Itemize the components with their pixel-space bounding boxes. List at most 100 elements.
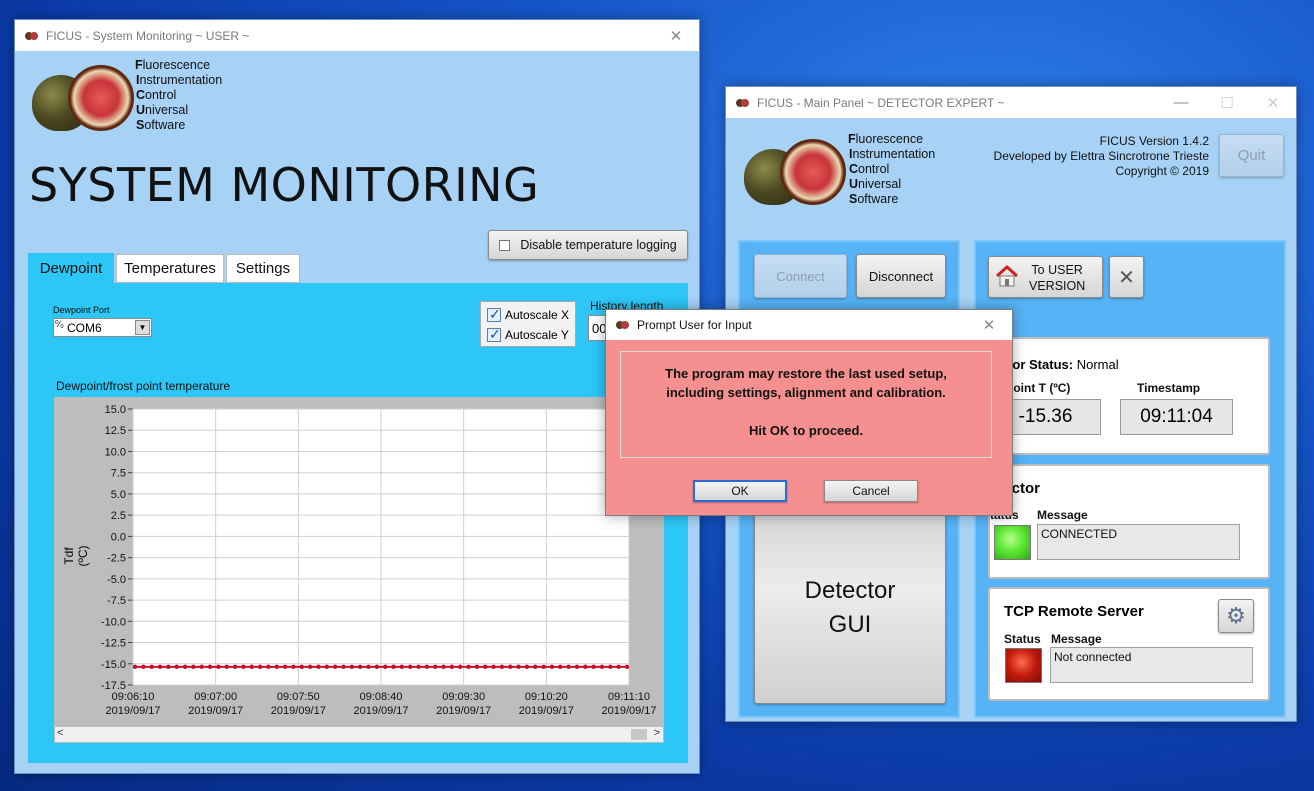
tcp-settings-button[interactable]: ⚙ bbox=[1218, 599, 1254, 633]
gear-icon: ⚙ bbox=[1226, 603, 1246, 628]
y-tick-label: 5.0 bbox=[111, 489, 126, 501]
horizontal-scrollbar[interactable]: < > bbox=[54, 726, 664, 743]
minimize-icon[interactable]: — bbox=[1158, 87, 1204, 118]
data-point bbox=[566, 664, 571, 670]
data-point bbox=[241, 664, 246, 670]
tcp-status-label: Status bbox=[1004, 632, 1041, 646]
close-icon[interactable]: ✕ bbox=[653, 20, 699, 51]
data-point bbox=[299, 664, 304, 670]
data-point bbox=[516, 664, 521, 670]
acronym-rest: nstrumentation bbox=[852, 147, 936, 161]
maximize-icon[interactable]: ☐ bbox=[1204, 87, 1250, 118]
developer-text: Developed by Elettra Sincrotrone Trieste bbox=[993, 149, 1209, 163]
scroll-right-icon[interactable]: > bbox=[654, 727, 660, 739]
dialog-line-2: including settings, alignment and calibr… bbox=[666, 385, 946, 400]
y-tick-label: 12.5 bbox=[105, 425, 126, 437]
sysmon-titlebar[interactable]: FICUS - System Monitoring ~ USER ~ ✕ bbox=[15, 20, 699, 51]
data-point bbox=[366, 664, 371, 670]
ok-button[interactable]: OK bbox=[693, 480, 787, 502]
cancel-button[interactable]: Cancel bbox=[824, 480, 918, 502]
data-point bbox=[382, 664, 388, 670]
data-point bbox=[574, 664, 580, 670]
sensor-section: ensor Status: Normal ewpoint T (ºC) Time… bbox=[988, 337, 1270, 455]
acronym-initial: C bbox=[136, 88, 146, 102]
chevron-down-icon[interactable]: ▼ bbox=[135, 320, 150, 335]
y-tick-label: 7.5 bbox=[111, 468, 126, 480]
data-point bbox=[424, 664, 430, 670]
copyright-text: Copyright © 2019 bbox=[1115, 164, 1209, 178]
tools-button[interactable]: ✕ bbox=[1109, 256, 1144, 298]
tab-settings[interactable]: Settings bbox=[226, 254, 300, 283]
x-tick-date-label: 2019/09/17 bbox=[353, 705, 408, 717]
disable-temperature-logging-button[interactable]: Disable temperature logging bbox=[488, 230, 688, 260]
data-point bbox=[182, 664, 188, 670]
data-point bbox=[449, 664, 455, 670]
data-point bbox=[549, 664, 555, 670]
timestamp-indicator: 09:11:04 bbox=[1120, 399, 1233, 435]
autoscale-x-checkbox[interactable] bbox=[487, 306, 501, 323]
dewpoint-port-label: Dewpoint Port bbox=[53, 305, 110, 315]
dialog-line-3: Hit OK to proceed. bbox=[748, 423, 864, 438]
acronym-initial: U bbox=[849, 177, 859, 191]
autoscale-y-checkbox[interactable] bbox=[487, 326, 501, 343]
disconnect-button[interactable]: Disconnect bbox=[856, 254, 946, 298]
y-tick-label: -12.5 bbox=[101, 638, 126, 650]
tab-temperatures[interactable]: Temperatures bbox=[116, 254, 224, 283]
acronym-rest: luorescence bbox=[855, 132, 924, 146]
data-point bbox=[624, 664, 630, 670]
acronym-initial: C bbox=[849, 162, 859, 176]
x-tick-date-label: 2019/09/17 bbox=[436, 705, 491, 717]
y-tick-label: 15.0 bbox=[105, 404, 126, 416]
quit-button[interactable]: Quit bbox=[1219, 134, 1284, 177]
scroll-thumb[interactable] bbox=[631, 729, 647, 740]
data-point bbox=[483, 664, 488, 670]
main-titlebar[interactable]: FICUS - Main Panel ~ DETECTOR EXPERT ~ —… bbox=[726, 87, 1296, 118]
data-point bbox=[491, 664, 496, 670]
detector-gui-label-1: Detector bbox=[804, 577, 896, 604]
connect-button[interactable]: Connect bbox=[754, 254, 847, 298]
dewpoint-port-select[interactable]: ⁰⁄₀ COM6 ▼ bbox=[53, 318, 152, 337]
ficus-acronym: Fluorescence Instrumentation Control Univer… bbox=[135, 58, 222, 133]
disable-logging-label: Disable temperature logging bbox=[520, 238, 677, 252]
data-point bbox=[499, 664, 505, 670]
sysmon-window-title: FICUS - System Monitoring ~ USER ~ bbox=[46, 28, 250, 43]
data-point bbox=[399, 664, 405, 670]
data-point bbox=[307, 664, 313, 670]
data-point bbox=[524, 664, 530, 670]
prompt-dialog: Prompt User for Input ✕ The program may … bbox=[605, 309, 1013, 516]
y-tick-label: 10.0 bbox=[105, 446, 126, 458]
x-tick-time-label: 09:08:40 bbox=[360, 691, 403, 703]
acronym-rest: oftware bbox=[857, 192, 899, 206]
x-tick-date-label: 2019/09/17 bbox=[188, 705, 243, 717]
checkbox-icon bbox=[499, 239, 511, 251]
x-tick-date-label: 2019/09/17 bbox=[601, 705, 656, 717]
detector-gui-button[interactable]: Detector GUI bbox=[754, 512, 946, 704]
data-point bbox=[266, 664, 271, 670]
close-icon[interactable]: ✕ bbox=[966, 310, 1012, 340]
to-user-version-button[interactable]: To USER VERSION bbox=[988, 256, 1103, 298]
timestamp-value: 09:11:04 bbox=[1140, 406, 1213, 427]
tab-dewpoint[interactable]: Dewpoint bbox=[28, 253, 114, 284]
tcp-server-section: TCP Remote Server ⚙ Status Message Not c… bbox=[988, 587, 1270, 701]
data-point bbox=[458, 664, 463, 670]
y-tick-label: -10.0 bbox=[101, 616, 126, 628]
autoscale-x-label: Autoscale X bbox=[505, 308, 570, 322]
x-tick-time-label: 09:11:10 bbox=[608, 691, 650, 703]
timestamp-label: Timestamp bbox=[1137, 381, 1201, 395]
dialog-titlebar[interactable]: Prompt User for Input ✕ bbox=[606, 310, 1012, 340]
acronym-line: Fluorescence bbox=[135, 58, 222, 73]
page-title: SYSTEM MONITORING bbox=[29, 158, 540, 212]
dewpoint-value: -15.36 bbox=[1018, 406, 1073, 427]
dewpoint-chart: 15.0 12.5 10.0 7.5 5.0 2.5 0.0 -2.5 -5.0 -7.5 -10.… bbox=[101, 404, 657, 717]
ok-label: OK bbox=[731, 484, 749, 498]
detector-section: etector tatus Message CONNECTED bbox=[988, 464, 1270, 579]
ficus-app-icon bbox=[736, 98, 750, 108]
dewpoint-port-value: COM6 bbox=[67, 321, 102, 335]
data-point bbox=[541, 664, 546, 670]
data-point bbox=[282, 664, 288, 670]
autoscale-box: Autoscale X Autoscale Y bbox=[480, 301, 576, 347]
close-icon[interactable]: ✕ bbox=[1250, 87, 1296, 118]
x-tick-date-label: 2019/09/17 bbox=[519, 705, 574, 717]
y-tick-label: 2.5 bbox=[111, 510, 126, 522]
scroll-left-icon[interactable]: < bbox=[57, 727, 63, 739]
